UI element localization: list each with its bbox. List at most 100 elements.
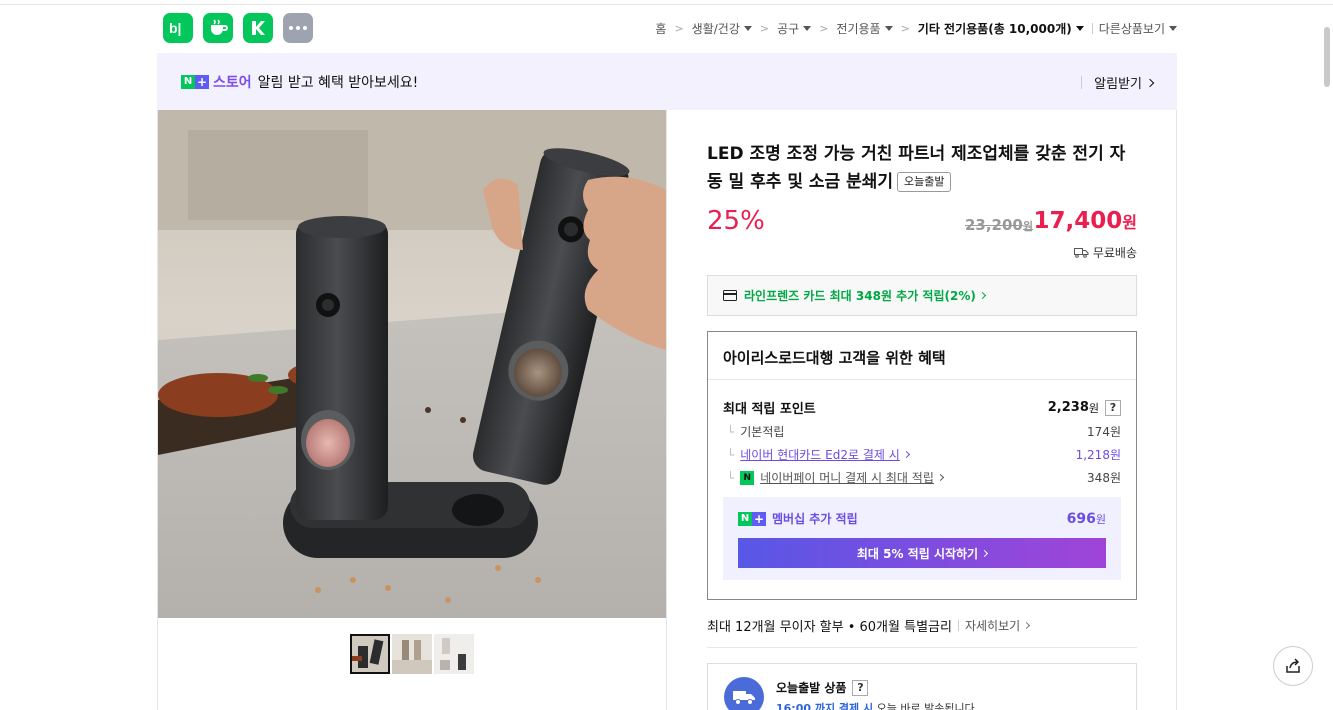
breadcrumb-separator: > bbox=[900, 22, 910, 35]
today-ship-title: 오늘출발 상품 ? bbox=[776, 679, 869, 696]
today-ship-subtitle: 16:00 까지 결제 시 오늘 바로 발송됩니다 bbox=[776, 700, 975, 710]
naver-pay-icon: N bbox=[740, 470, 755, 485]
notify-label: 알림받기 bbox=[1094, 77, 1142, 92]
max-points-amount: 2,238 원 ? bbox=[1048, 399, 1121, 416]
notify-button[interactable]: 알림받기 bbox=[1081, 73, 1155, 92]
breadcrumb-item[interactable]: 전기용품 bbox=[836, 20, 893, 37]
breadcrumb-current[interactable]: 기타 전기용품(총 10,000개) bbox=[918, 20, 1084, 37]
chevron-right-icon bbox=[902, 450, 910, 459]
card-promo-link[interactable]: 라인프렌즈 카드 최대 348원 추가 적립(2%) bbox=[707, 275, 1137, 316]
product-main-image[interactable] bbox=[158, 110, 666, 618]
product-title: LED 조명 조정 가능 거친 파트너 제조업체를 갖춘 전기 자동 밀 후추 … bbox=[707, 140, 1137, 196]
chevron-right-icon bbox=[1023, 621, 1031, 630]
help-icon[interactable]: ? bbox=[852, 679, 869, 696]
installment-details-link[interactable]: 자세히보기 bbox=[965, 617, 1020, 634]
breadcrumb-home[interactable]: 홈 bbox=[655, 20, 666, 37]
scrollbar-thumb[interactable] bbox=[1324, 27, 1330, 87]
caret-down-icon bbox=[743, 26, 752, 31]
store-notify-banner: N + 스토어 알림 받고 혜택 받아보세요! 알림받기 bbox=[157, 53, 1177, 110]
sale-price-value: 17,400 bbox=[1033, 208, 1123, 234]
membership-row: N + 멤버십 추가 적립 696원 bbox=[738, 510, 1106, 527]
original-price-value: 23,200 bbox=[964, 216, 1023, 234]
benefit-box: 아이리스로드대행 고객을 위한 혜택 최대 적립 포인트 2,238 원 ? └ 기… bbox=[707, 331, 1137, 600]
chevron-right-icon bbox=[1145, 78, 1155, 87]
divider bbox=[1081, 76, 1083, 89]
original-price-unit: 원 bbox=[1022, 220, 1033, 233]
hyundai-card-link[interactable]: 네이버 현대카드 Ed2로 결제 시 bbox=[740, 446, 900, 463]
breadcrumb-label: 공구 bbox=[777, 22, 800, 36]
shipping-info: 무료배송 bbox=[1073, 244, 1137, 261]
cutoff-time: 16:00 까지 결제 시 bbox=[776, 702, 874, 710]
benefit-row-value: 348원 bbox=[1087, 471, 1121, 485]
breadcrumb: 홈 > 생활/건강 > 공구 > 전기용품 > 기타 전기용품(총 10,000… bbox=[655, 20, 1177, 37]
max-points-label: 최대 적립 포인트 bbox=[723, 402, 816, 417]
original-price: 23,200원 bbox=[965, 216, 1033, 234]
sale-price-unit: 원 bbox=[1122, 213, 1137, 232]
membership-value-unit: 원 bbox=[1095, 512, 1106, 526]
service-icons: b| bbox=[163, 13, 313, 43]
sale-price: 17,400원 bbox=[1034, 208, 1138, 234]
today-ship-sub-text: 오늘 바로 발송됩니다 bbox=[876, 702, 975, 710]
membership-value-number: 696 bbox=[1066, 510, 1096, 527]
banner-store-label: 스토어 bbox=[213, 74, 252, 91]
benefit-row-left: └ 기본적립 bbox=[723, 423, 784, 440]
top-bar: b| 홈 > 생활/건강 > 공구 > 전기용품 > 기타 전기용품(총 10,… bbox=[163, 13, 1177, 45]
breadcrumb-separator: > bbox=[759, 22, 770, 35]
discount-rate: 25% bbox=[707, 206, 765, 236]
divider bbox=[1091, 23, 1093, 34]
max-points-unit: 원 bbox=[1088, 401, 1099, 415]
more-services-icon[interactable] bbox=[283, 13, 313, 43]
frame-border bbox=[1176, 110, 1177, 710]
breadcrumb-separator: > bbox=[819, 22, 829, 35]
naver-pay-money-link[interactable]: 네이버페이 머니 결제 시 최대 적립 bbox=[760, 469, 934, 486]
truck-icon bbox=[1073, 248, 1089, 258]
delivery-truck-icon bbox=[724, 677, 764, 710]
today-ship-title-text: 오늘출발 상품 bbox=[776, 681, 847, 695]
banner-text: 알림 받고 혜택 받아보세요! bbox=[257, 74, 419, 91]
benefit-row-value: 174원 bbox=[1087, 425, 1121, 439]
naver-plus-logo: N + bbox=[738, 511, 766, 526]
card-promo-text: 라인프렌즈 카드 최대 348원 추가 적립(2%) bbox=[744, 289, 976, 303]
caret-down-icon bbox=[1169, 26, 1177, 31]
kin-icon[interactable] bbox=[243, 13, 273, 43]
benefit-row-label: 기본적립 bbox=[740, 425, 785, 439]
cafe-icon[interactable] bbox=[203, 13, 233, 43]
price-row: 25% 23,200원 17,400원 bbox=[707, 206, 1137, 242]
installment-text: 최대 12개월 무이자 할부 • 60개월 특별금리 bbox=[707, 620, 952, 635]
shipping-label: 무료배송 bbox=[1092, 246, 1137, 260]
benefit-row-left: └ N 네이버페이 머니 결제 시 최대 적립 bbox=[723, 469, 944, 486]
divider bbox=[707, 647, 1137, 648]
breadcrumb-item[interactable]: 생활/건강 bbox=[692, 20, 752, 37]
plus-logo: + bbox=[752, 511, 766, 526]
thumbnail-item[interactable] bbox=[392, 634, 432, 674]
tree-branch-icon: └ bbox=[727, 424, 735, 439]
breadcrumb-item[interactable]: 공구 bbox=[777, 20, 812, 37]
membership-start-button[interactable]: 최대 5% 적립 시작하기 bbox=[738, 538, 1106, 568]
divider bbox=[957, 620, 959, 631]
top-divider bbox=[0, 4, 1333, 5]
membership-label-group: N + 멤버십 추가 적립 bbox=[738, 510, 858, 527]
thumbnail-list bbox=[350, 634, 474, 674]
breadcrumb-label: 전기용품 bbox=[836, 22, 881, 36]
frame-border bbox=[666, 110, 667, 710]
share-icon bbox=[1286, 658, 1300, 673]
details-label: 자세히보기 bbox=[964, 619, 1021, 633]
blog-icon[interactable]: b| bbox=[163, 13, 193, 43]
breadcrumb-label: 생활/건강 bbox=[691, 22, 740, 36]
other-products-dropdown[interactable]: 다른상품보기 bbox=[1099, 20, 1177, 37]
benefit-row: └ 기본적립 174원 bbox=[723, 423, 1121, 440]
svg-text:b|: b| bbox=[169, 20, 181, 36]
credit-card-icon bbox=[723, 290, 737, 301]
share-button[interactable] bbox=[1273, 646, 1313, 686]
caret-down-icon bbox=[803, 26, 812, 31]
thumbnail-item[interactable] bbox=[434, 634, 474, 674]
benefit-row-value: 1,218원 bbox=[1075, 448, 1121, 462]
chevron-right-icon bbox=[978, 291, 986, 300]
benefit-row: └ 네이버 현대카드 Ed2로 결제 시 1,218원 bbox=[723, 446, 1121, 463]
thumbnail-item[interactable] bbox=[350, 634, 390, 674]
today-ship-box: 오늘출발 상품 ? 16:00 까지 결제 시 오늘 바로 발송됩니다 bbox=[707, 663, 1137, 710]
help-icon[interactable]: ? bbox=[1105, 399, 1121, 416]
tree-branch-icon: └ bbox=[727, 470, 735, 485]
caret-down-icon bbox=[1075, 26, 1084, 31]
membership-section: N + 멤버십 추가 적립 696원 최대 5% 적립 시작하기 bbox=[723, 497, 1121, 580]
